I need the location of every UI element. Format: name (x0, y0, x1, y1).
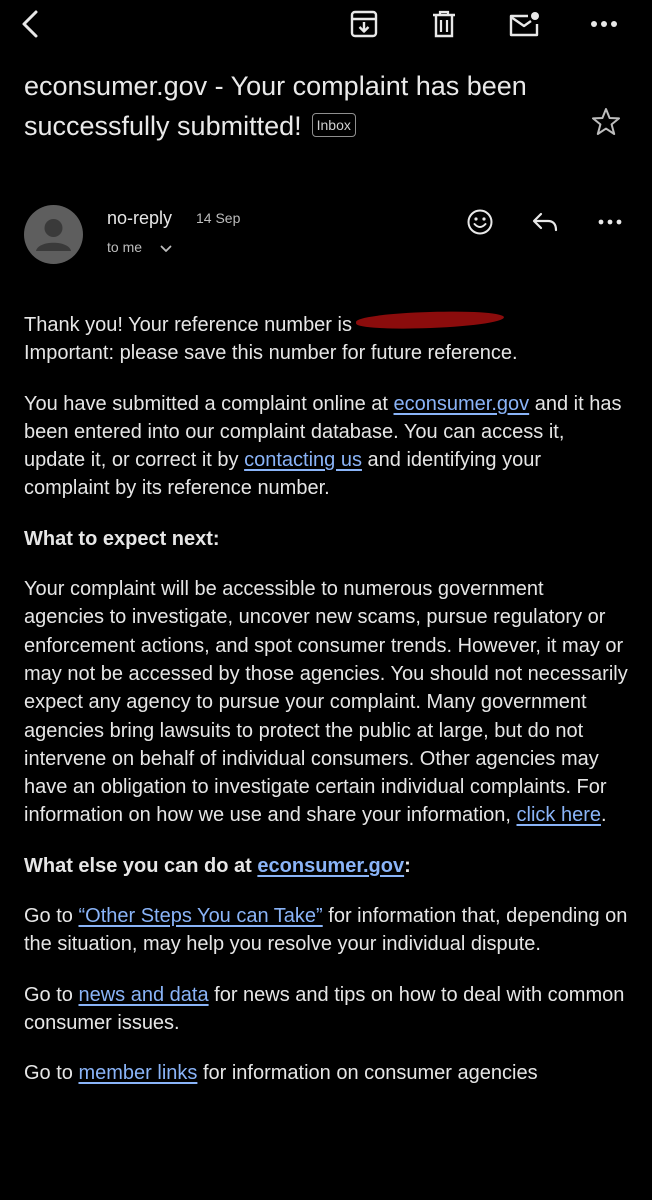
archive-button[interactable] (346, 6, 382, 42)
sender-avatar[interactable] (24, 205, 83, 264)
mark-unread-icon (509, 12, 539, 37)
sender-name[interactable]: no-reply (107, 208, 172, 229)
body-text: Go to (24, 983, 79, 1006)
body-text: Go to (24, 1062, 79, 1085)
email-body: Thank you! Your reference number is Impor… (24, 310, 628, 1110)
subject-text: econsumer.gov - Your complaint has been … (24, 71, 527, 141)
more-vert-icon (591, 21, 617, 27)
other-steps-link[interactable]: “Other Steps You can Take” (78, 905, 322, 927)
delete-button[interactable] (426, 6, 462, 42)
react-emoji-button[interactable] (462, 204, 498, 240)
body-paragraph-reference: Thank you! Your reference number is Impor… (24, 310, 628, 368)
redacted-reference-number (355, 310, 505, 330)
reply-button[interactable] (527, 204, 563, 240)
econsumer-heading-link[interactable]: econsumer.gov (257, 855, 404, 877)
avatar-icon (36, 219, 71, 251)
heading-what-to-expect: What to expect next: (24, 527, 220, 550)
email-subject: econsumer.gov - Your complaint has been … (24, 66, 564, 146)
body-text: Your complaint will be accessible to num… (24, 578, 628, 827)
chevron-down-icon (160, 245, 172, 252)
recipient-text: to me (107, 239, 143, 255)
back-button[interactable] (12, 6, 48, 42)
star-button[interactable] (588, 104, 624, 140)
recipient-details-toggle[interactable]: to me (107, 239, 172, 255)
more-options-button[interactable] (586, 6, 622, 42)
body-text: Go to (24, 905, 79, 928)
body-paragraph-member-links: Go to member links for information on co… (24, 1059, 628, 1087)
back-arrow-icon (22, 10, 38, 38)
reference-text: Thank you! Your reference number is (24, 314, 352, 336)
more-horiz-icon (598, 219, 622, 225)
contacting-us-link[interactable]: contacting us (244, 449, 362, 471)
body-text: for information on consumer agencies (197, 1062, 538, 1085)
click-here-link[interactable]: click here (517, 804, 601, 826)
heading-text: What else you can do at (24, 854, 258, 877)
news-and-data-link[interactable]: news and data (78, 984, 208, 1006)
body-text: . (600, 804, 607, 827)
star-icon (592, 108, 620, 135)
body-paragraph-expect: Your complaint will be accessible to num… (24, 575, 628, 830)
heading-what-else: What else you can do at econsumer.gov: (24, 852, 628, 880)
reply-icon (532, 212, 558, 232)
econsumer-link[interactable]: econsumer.gov (394, 393, 530, 415)
mark-unread-button[interactable] (506, 6, 542, 42)
email-date: 14 Sep (196, 210, 241, 226)
member-links-link[interactable]: member links (78, 1062, 197, 1084)
body-text: You have submitted a complaint online at (24, 392, 394, 415)
archive-icon (350, 10, 378, 38)
body-paragraph-other-steps: Go to “Other Steps You can Take” for inf… (24, 902, 628, 959)
message-more-button[interactable] (592, 204, 628, 240)
inbox-label-badge[interactable]: Inbox (311, 113, 356, 137)
heading-text: : (404, 854, 411, 877)
body-paragraph-submitted: You have submitted a complaint online at… (24, 390, 628, 503)
body-paragraph-news: Go to news and data for news and tips on… (24, 981, 628, 1038)
emoji-react-icon (467, 209, 493, 235)
important-note: Important: please save this number for f… (24, 342, 518, 365)
delete-icon (433, 10, 455, 38)
top-toolbar (0, 0, 652, 50)
